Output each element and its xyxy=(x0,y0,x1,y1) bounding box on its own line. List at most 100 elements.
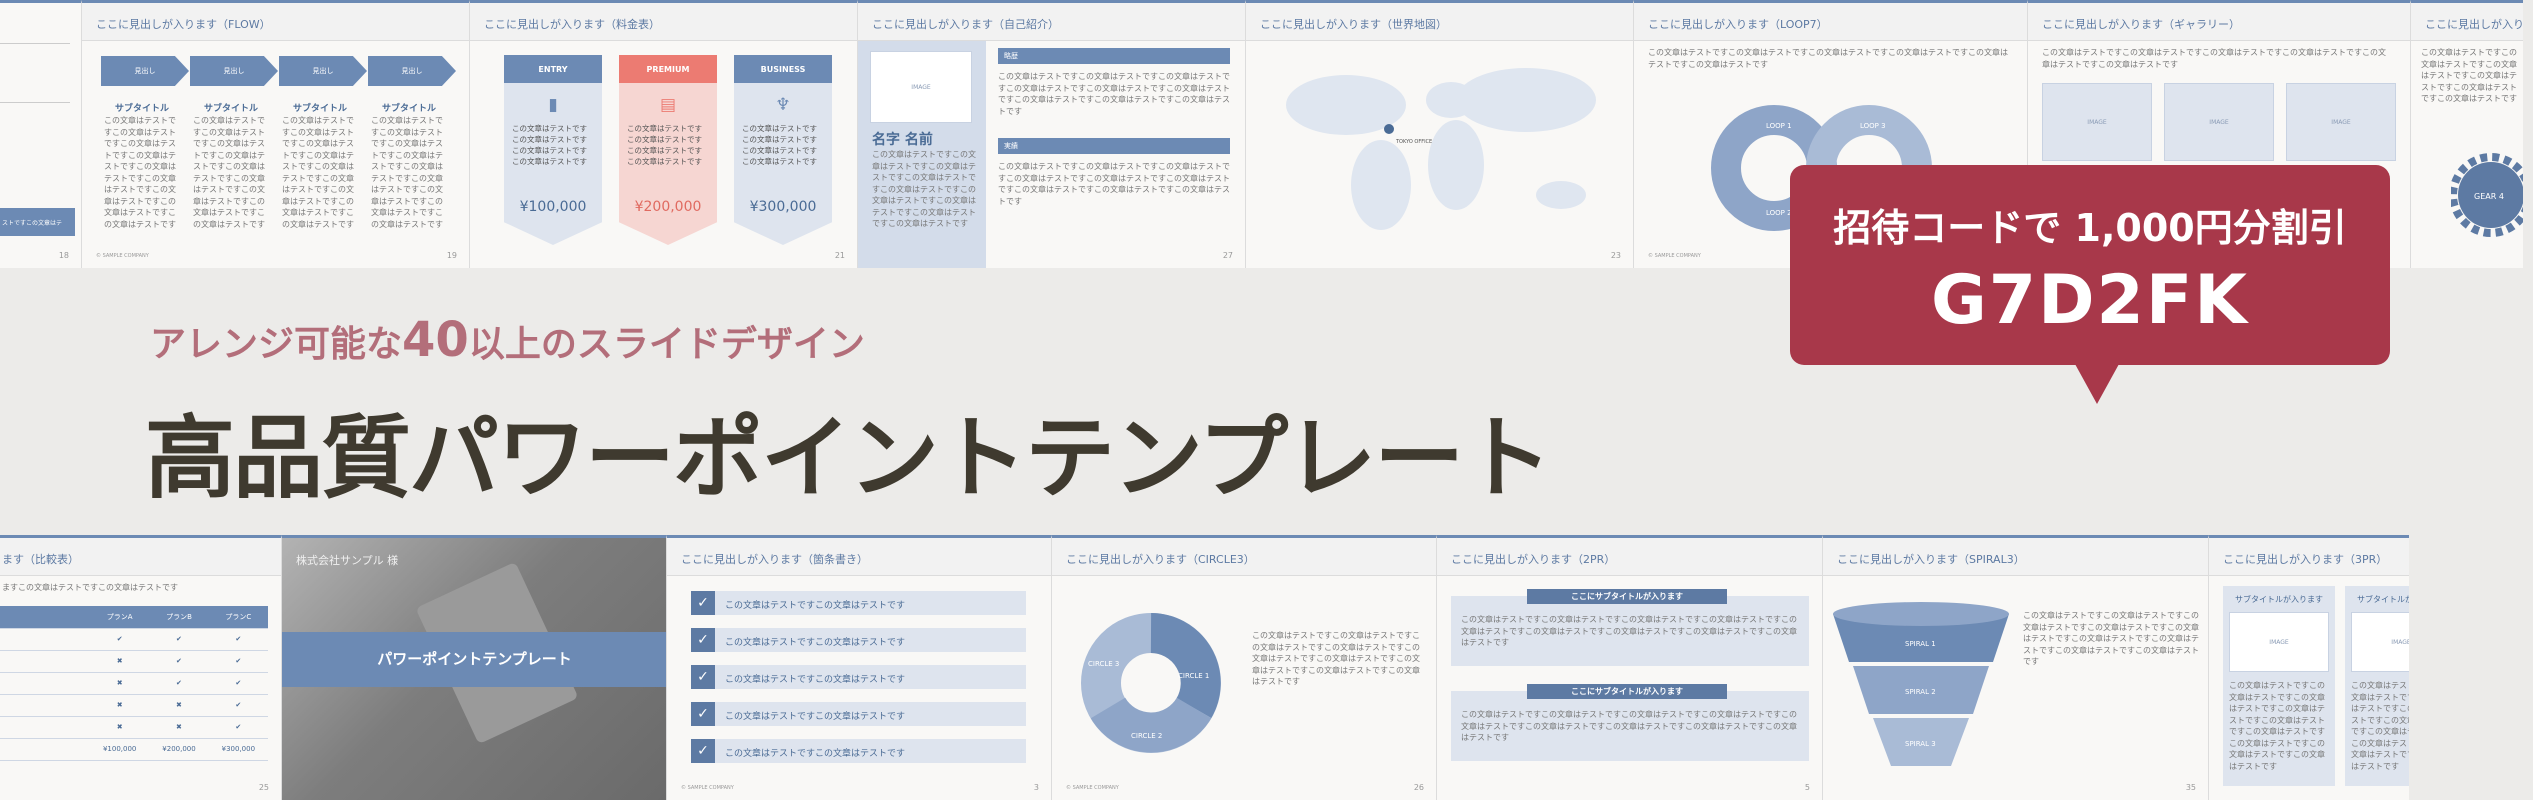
slide-partial-left[interactable]: ストですこの文章はテ 18 xyxy=(0,0,82,268)
pr3-column: サブタイトルが入ります IMAGE この文章はテストですこの文章はテストですこの… xyxy=(2345,586,2409,786)
flow-body: この文章はテストですこの文章はテストですこの文章はテストですこの文章はテストです… xyxy=(193,116,265,229)
highlight-box: ストですこの文章はテ xyxy=(0,208,75,236)
flow-subtitle: サブタイトル xyxy=(203,104,258,114)
coupon-code: G7D2FK xyxy=(1930,261,2250,340)
banner-pointer xyxy=(2075,364,2119,404)
pr-box: この文章はテストですこの文章はテストですこの文章はテストですこの文章はテストです… xyxy=(1451,691,1809,761)
slide-heading: ここに見出しが入ります（SPIRAL3） xyxy=(1837,553,2025,566)
check-icon: ✔ xyxy=(90,628,150,651)
slide-cover[interactable]: 株式会社サンプル 様 パワーポイントテンプレート xyxy=(282,535,667,800)
slide-heading: ここに見出しが入ります（料金表） xyxy=(484,18,660,31)
page-number: 18 xyxy=(58,251,69,260)
circle-body: この文章はテストですこの文章はテストですこの文章はテストですこの文章はテストです… xyxy=(1252,631,1420,686)
chart-icon: ▮ xyxy=(548,95,558,115)
flow-body: この文章はテストですこの文章はテストですこの文章はテストですこの文章はテストです… xyxy=(371,116,443,229)
check-icon: ✔ xyxy=(149,628,209,651)
flow-step: 見出し xyxy=(190,56,278,86)
gallery-image: IMAGE xyxy=(2042,83,2152,161)
document-icon: ▤ xyxy=(659,95,677,115)
slide-header: ここに見出しが入ります（FLOW） xyxy=(82,3,469,41)
check-item-text: この文章はテストですこの文章はテストです xyxy=(725,638,906,648)
slide-spiral[interactable]: ここに見出しが入ります（SPIRAL3） SPIRAL 1 SPIRAL 2 S… xyxy=(1823,535,2209,800)
circle-label: CIRCLE 3 xyxy=(1088,660,1119,668)
check-item-text: この文章はテストですこの文章はテストです xyxy=(725,749,906,759)
pr-box: この文章はテストですこの文章はテストですこの文章はテストですこの文章はテストです… xyxy=(1451,596,1809,666)
check-item-text: この文章はテストですこの文章はテストです xyxy=(725,601,906,611)
plan-price: ¥200,000 xyxy=(634,199,702,215)
check-item-text: この文章はテストですこの文章はテストです xyxy=(725,675,906,685)
checkbox-icon: ✓ xyxy=(691,702,715,726)
profile-body: この文章はテストですこの文章はテストですこの文章はテストですこの文章はテストです… xyxy=(872,150,976,228)
cross-icon: ✖ xyxy=(90,650,150,673)
slide-profile[interactable]: ここに見出しが入ります（自己紹介） IMAGE 名字 名前 この文章はテストです… xyxy=(858,0,1246,268)
cross-icon: ✖ xyxy=(90,716,150,739)
slide-bullets[interactable]: ここに見出しが入ります（箇条書き） ✓ この文章はテストですこの文章はテストです … xyxy=(667,535,1052,800)
flow-subtitle: サブタイトル xyxy=(114,104,169,114)
section-body: この文章はテストですこの文章はテストですこの文章はテストですこの文章はテストです… xyxy=(998,72,1230,116)
subtitle-pre: アレンジ可能な xyxy=(150,324,403,365)
microphone-icon: ♆ xyxy=(775,95,791,115)
gallery-body: この文章はテストですこの文章はテストですこの文章はテストですこの文章はテストです… xyxy=(2042,48,2386,69)
slide-header: ここに見出しが入ります（CIRCLE3） xyxy=(1052,538,1436,576)
page-number: 27 xyxy=(1222,251,1233,260)
slide-header: ここに見出しが入ります（LOOP7） xyxy=(1634,3,2027,41)
pr-body: この文章はテストですこの文章はテストですこの文章はテストですこの文章はテストです… xyxy=(1461,710,1797,742)
profile-name: 名字 名前 xyxy=(872,132,933,148)
slide-circle[interactable]: ここに見出しが入ります（CIRCLE3） CIRCLE 3 CIRCLE 1 C… xyxy=(1052,535,1437,800)
slide-heading: ここに見出しが入ります（FLOW） xyxy=(96,18,271,31)
checkbox-icon: ✓ xyxy=(691,628,715,652)
slide-pricing[interactable]: ここに見出しが入ります（料金表） ENTRY ▮ この文章はテストですこの文章は… xyxy=(470,0,858,268)
slide-heading: ここに見出しが入ります（LOOP7） xyxy=(1648,18,1828,31)
page-number: 21 xyxy=(834,251,845,260)
slide-header: ます（比較表） xyxy=(0,538,281,576)
pr3-image: IMAGE xyxy=(2351,612,2409,672)
company-credit: © SAMPLE COMPANY xyxy=(681,785,734,791)
plan-name: PREMIUM xyxy=(619,55,717,83)
slide-2pr[interactable]: ここに見出しが入ります（2PR） この文章はテストですこの文章はテストですこの文… xyxy=(1437,535,1823,800)
slide-heading: ここに見出しが入ります（ギャラリー） xyxy=(2042,18,2240,31)
slide-header: ここに見出しが入ります（SPIRAL3） xyxy=(1823,538,2208,576)
loop-body: この文章はテストですこの文章はテストですこの文章はテストですこの文章はテストです… xyxy=(1648,48,2008,69)
client-name: 株式会社サンプル 様 xyxy=(296,554,399,567)
slide-heading: ここに見出しが入ります（3PR） xyxy=(2223,553,2388,566)
section-bar: 略歴 xyxy=(998,48,1230,64)
cover-title: パワーポイントテンプレート xyxy=(282,632,666,687)
col-header: プランB xyxy=(149,606,209,629)
slide-world-map[interactable]: ここに見出しが入ります（世界地図） TOKYO OFFICE 23 xyxy=(1246,0,1634,268)
page-number: 3 xyxy=(1033,783,1039,792)
price-card-entry: ENTRY ▮ この文章はテストですこの文章はテストですこの文章はテストですこの… xyxy=(504,55,602,245)
page-number: 5 xyxy=(1804,783,1810,792)
check-item-text: この文章はテストですこの文章はテストです xyxy=(725,712,906,722)
check-item: ✓ この文章はテストですこの文章はテストです xyxy=(691,591,1026,615)
slide-3pr[interactable]: ここに見出しが入ります（3PR） サブタイトルが入ります IMAGE この文章は… xyxy=(2209,535,2409,800)
pr3-subtitle: サブタイトルが入ります xyxy=(2357,595,2409,604)
plan-name: BUSINESS xyxy=(734,55,832,83)
gear-body: この文章はテストですこの文章はテストですこの文章はテストですこの文章はテストです… xyxy=(2421,48,2517,103)
slide-heading: ここに見出しが入ります（世界地図） xyxy=(1260,18,1447,31)
circle-diagram: CIRCLE 3 CIRCLE 1 CIRCLE 2 xyxy=(1081,613,1221,753)
circle-label: CIRCLE 2 xyxy=(1131,732,1162,740)
loop-label: LOOP 3 xyxy=(1860,122,1886,130)
flow-step: 見出し xyxy=(368,56,456,86)
slide-header: ここに見出しが入ります（3PR） xyxy=(2209,538,2409,576)
gear-label: GEAR 4 xyxy=(2474,192,2504,201)
cross-icon: ✖ xyxy=(149,716,209,739)
slide-compare[interactable]: ます（比較表） ますこの文章はテストですこの文章はテストです プランA プランB プ… xyxy=(0,535,282,800)
plan-body: この文章はテストですこの文章はテストですこの文章はテストですこの文章はテストです xyxy=(742,124,817,166)
check-item: ✓ この文章はテストですこの文章はテストです xyxy=(691,739,1026,763)
price-cell: ¥300,000 xyxy=(208,738,268,761)
slide-flow[interactable]: ここに見出しが入ります（FLOW） 見出し 見出し 見出し 見出し サブタイトル… xyxy=(82,0,470,268)
bottom-slide-row: ます（比較表） ますこの文章はテストですこの文章はテストです プランA プランB プ… xyxy=(0,535,2409,800)
loop-label: LOOP 1 xyxy=(1766,122,1792,130)
slide-header: ここに見出しが入ります（2PR） xyxy=(1437,538,1822,576)
coupon-headline: 招待コードで 1,000円分割引 xyxy=(1833,206,2347,250)
cross-icon: ✖ xyxy=(90,672,150,695)
pr3-body: この文章はテストですこの文章はテストですこの文章はテストですこの文章はテストです… xyxy=(2351,681,2409,771)
plan-price: ¥100,000 xyxy=(519,199,587,215)
price-card-premium: PREMIUM ▤ この文章はテストですこの文章はテストですこの文章はテストです… xyxy=(619,55,717,245)
slide-gear[interactable]: ここに見出しが入ります この文章はテストですこの文章はテストですこの文章はテスト… xyxy=(2411,0,2523,268)
world-map: TOKYO OFFICE xyxy=(1286,68,1596,230)
col-header: プランA xyxy=(90,606,150,629)
slide-header: ここに見出しが入ります xyxy=(2411,3,2523,41)
loop-label: LOOP 2 xyxy=(1766,209,1792,217)
